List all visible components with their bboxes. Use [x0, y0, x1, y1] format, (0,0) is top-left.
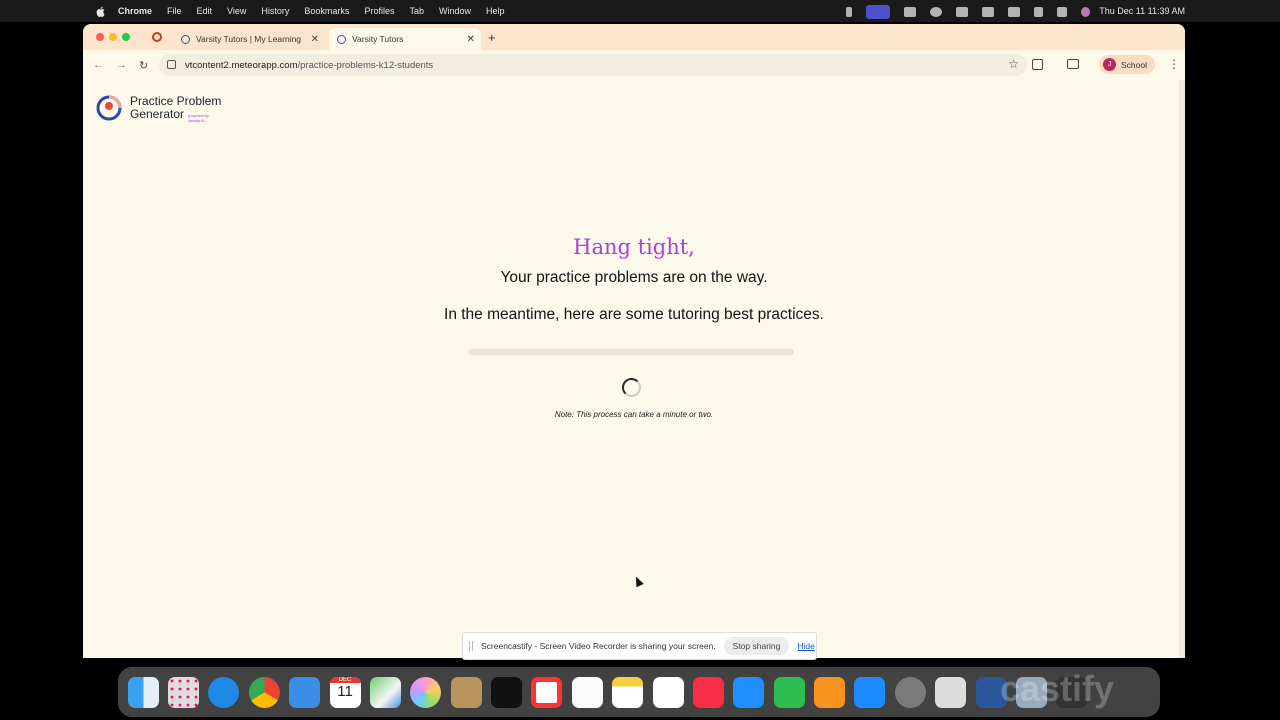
- pages-icon[interactable]: [814, 676, 846, 708]
- menu-edit[interactable]: Edit: [197, 6, 213, 16]
- menu-clock[interactable]: Thu Dec 11 11:39 AM: [1099, 6, 1185, 16]
- drag-handle-icon[interactable]: [469, 641, 473, 651]
- chrome-icon[interactable]: [248, 676, 280, 708]
- menu-bookmarks[interactable]: Bookmarks: [304, 6, 349, 16]
- back-icon[interactable]: ←: [93, 59, 104, 71]
- page-heading: Hang tight,: [573, 235, 695, 259]
- watermark-brand: castify: [1000, 668, 1115, 709]
- page-content: Practice Problem Generator powered by Va…: [83, 80, 1185, 658]
- numbers-icon[interactable]: [773, 676, 805, 708]
- menu-window[interactable]: Window: [439, 6, 471, 16]
- menu-view[interactable]: View: [227, 6, 246, 16]
- menu-file[interactable]: File: [167, 6, 182, 16]
- logo-text: Practice Problem Generator powered by Va…: [130, 95, 221, 124]
- safari-icon[interactable]: [208, 676, 240, 708]
- window-icon[interactable]: [956, 7, 968, 17]
- menu-history[interactable]: History: [261, 6, 289, 16]
- launchpad-icon[interactable]: [168, 676, 200, 708]
- battery-icon[interactable]: [982, 7, 994, 17]
- menu-help[interactable]: Help: [486, 6, 505, 16]
- chrome-menu-icon[interactable]: ⋮: [1168, 57, 1180, 71]
- reload-icon[interactable]: ↻: [139, 59, 148, 72]
- notes-icon[interactable]: [612, 676, 644, 708]
- tab-strip: Varsity Tutors | My Learning ✕ Varsity T…: [83, 24, 1185, 50]
- menu-app-name[interactable]: Chrome: [118, 6, 152, 16]
- wifi-icon[interactable]: [1008, 7, 1020, 17]
- avatar: J: [1103, 58, 1116, 71]
- screen-sharing-bar: Screencastify - Screen Video Recorder is…: [462, 632, 817, 660]
- logo-powered-by: powered by Varsity AI: [188, 113, 209, 123]
- grammarly-icon[interactable]: [930, 7, 942, 17]
- news-icon[interactable]: [531, 676, 563, 708]
- calendar-icon[interactable]: DEC 11: [329, 676, 361, 708]
- freeform-icon[interactable]: [652, 676, 684, 708]
- sharing-message: Screencastify - Screen Video Recorder is…: [481, 641, 716, 651]
- tab-my-learning[interactable]: Varsity Tutors | My Learning ✕: [175, 28, 325, 50]
- process-note: Note: This process can take a minute or …: [554, 410, 714, 419]
- page-scrollbar[interactable]: [1179, 80, 1185, 658]
- photos-icon[interactable]: [410, 676, 442, 708]
- screen-share-icon[interactable]: [866, 5, 890, 19]
- stage-manager-icon[interactable]: [904, 7, 916, 17]
- music-icon[interactable]: [692, 676, 724, 708]
- recording-indicator-icon[interactable]: [152, 32, 162, 42]
- practice-problem-logo-icon: [96, 95, 122, 121]
- extensions-icon[interactable]: [1032, 59, 1043, 70]
- page-subheading: Your practice problems are on the way.: [500, 269, 768, 286]
- profile-chip[interactable]: J School: [1099, 55, 1155, 74]
- apple-icon[interactable]: [96, 6, 106, 17]
- status-tray: [846, 5, 1090, 19]
- tab-title: Varsity Tutors: [352, 34, 404, 44]
- stop-sharing-button[interactable]: Stop sharing: [723, 637, 790, 655]
- maps-icon[interactable]: [369, 676, 401, 708]
- mouse-cursor-icon: [632, 574, 644, 588]
- url-path: /practice-problems-k12-students: [297, 59, 434, 71]
- close-tab-icon[interactable]: ✕: [467, 34, 475, 45]
- close-window-button[interactable]: [96, 33, 104, 41]
- control-center-icon[interactable]: [1057, 7, 1067, 17]
- menu-profiles[interactable]: Profiles: [364, 6, 394, 16]
- bookmark-star-icon[interactable]: ☆: [1008, 57, 1019, 71]
- tab-search-icon[interactable]: [1067, 59, 1079, 69]
- app-logo[interactable]: Practice Problem Generator powered by Va…: [96, 95, 221, 123]
- menu-tab[interactable]: Tab: [409, 6, 424, 16]
- chrome-window: Varsity Tutors | My Learning ✕ Varsity T…: [83, 24, 1185, 658]
- site-settings-icon[interactable]: [167, 60, 176, 69]
- loading-spinner-icon: [622, 378, 641, 397]
- siri-icon[interactable]: [1081, 7, 1090, 17]
- reminders-icon[interactable]: [571, 676, 603, 708]
- varsity-tutors-favicon-icon: [181, 34, 190, 44]
- calendar-day: 11: [337, 682, 353, 700]
- contacts-icon[interactable]: [450, 676, 482, 708]
- macos-menu-bar: Chrome File Edit View History Bookmarks …: [0, 0, 1280, 22]
- tab-varsity-tutors[interactable]: Varsity Tutors ✕: [329, 28, 481, 50]
- mail-icon[interactable]: [289, 676, 321, 708]
- hide-link[interactable]: Hide: [797, 641, 814, 651]
- microphone-icon[interactable]: [846, 7, 852, 17]
- forward-icon[interactable]: →: [116, 59, 127, 71]
- close-tab-icon[interactable]: ✕: [311, 34, 319, 45]
- profile-name: School: [1121, 59, 1147, 70]
- keynote-icon[interactable]: [733, 676, 765, 708]
- maximize-window-button[interactable]: [122, 33, 130, 41]
- watermark-text: Made with: [1043, 646, 1106, 661]
- app-store-icon[interactable]: [854, 676, 886, 708]
- new-tab-icon[interactable]: +: [488, 30, 496, 45]
- search-icon[interactable]: [1034, 7, 1043, 17]
- browser-toolbar: ← → ↻ vtcontent2.meteorapp.com/practice-…: [83, 50, 1185, 80]
- address-bar[interactable]: vtcontent2.meteorapp.com/practice-proble…: [159, 54, 1027, 76]
- apple-tv-icon[interactable]: [491, 676, 523, 708]
- tips-intro: In the meantime, here are some tutoring …: [444, 306, 824, 323]
- url-host: vtcontent2.meteorapp.com: [185, 59, 298, 71]
- finder-icon[interactable]: [127, 676, 159, 708]
- tab-title: Varsity Tutors | My Learning: [196, 34, 302, 44]
- loading-progress-bar: [468, 349, 794, 355]
- minimize-window-button[interactable]: [109, 33, 117, 41]
- iphone-mirroring-icon[interactable]: [935, 676, 967, 708]
- logo-title-line2: Generator: [130, 107, 185, 121]
- system-settings-icon[interactable]: [894, 676, 926, 708]
- varsity-tutors-favicon-icon: [337, 34, 346, 44]
